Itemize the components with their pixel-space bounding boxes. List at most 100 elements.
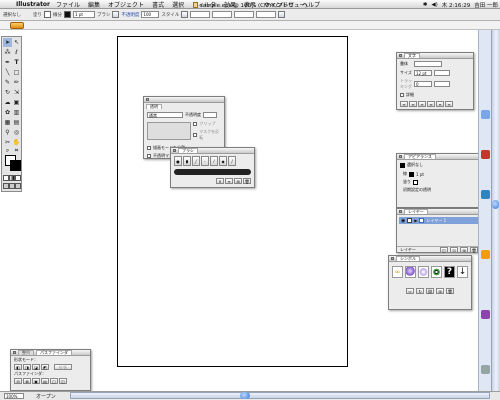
- menu-object[interactable]: オブジェクト: [108, 0, 144, 9]
- close-icon[interactable]: [399, 155, 402, 158]
- app-icon[interactable]: [481, 190, 490, 199]
- vertical-scrollbar[interactable]: [491, 30, 500, 391]
- direct-selection-tool-icon[interactable]: ↖: [12, 38, 21, 47]
- zoom-field[interactable]: 100%: [4, 393, 24, 399]
- pencil-tool-icon[interactable]: ✏: [12, 78, 21, 87]
- clip-checkbox[interactable]: [193, 122, 198, 126]
- vertical-scroll-thumb[interactable]: [492, 200, 499, 209]
- blend-tool-icon[interactable]: ◎: [12, 128, 21, 137]
- intersect-shape-icon[interactable]: ◪: [32, 364, 40, 370]
- zoom-tool-icon[interactable]: ⌕: [3, 146, 12, 155]
- break-link-icon[interactable]: ⛓: [426, 288, 434, 294]
- menu-user[interactable]: 吉田 一郎: [474, 1, 498, 9]
- full-screen-mode-icon[interactable]: [15, 183, 21, 189]
- align-left-icon[interactable]: ≡: [400, 101, 408, 107]
- layer-row[interactable]: ◉ ▶ レイヤー 1: [399, 217, 479, 224]
- size-field[interactable]: 12 pt: [414, 70, 432, 76]
- layer-name[interactable]: レイヤー 1: [426, 218, 446, 224]
- tab-layers[interactable]: レイヤー: [404, 209, 428, 214]
- app-icon[interactable]: [481, 310, 490, 319]
- make-clipping-mask-icon[interactable]: ◫: [440, 246, 448, 253]
- delete-symbol-icon[interactable]: 🗑: [446, 288, 454, 294]
- brush-dot-icon[interactable]: ·: [201, 156, 209, 166]
- artboard[interactable]: [117, 36, 348, 367]
- slice-tool-icon[interactable]: ⌗: [12, 146, 21, 155]
- close-icon[interactable]: [146, 98, 149, 101]
- appearance-fill-label[interactable]: 塗り: [403, 179, 411, 185]
- tab-transparency[interactable]: 透明: [146, 104, 162, 109]
- symbol-lavender-bubble-icon[interactable]: [418, 266, 429, 278]
- new-brush-icon[interactable]: ⊞: [234, 178, 242, 184]
- w-field[interactable]: [234, 11, 255, 18]
- add-to-shape-icon[interactable]: ◧: [14, 364, 22, 370]
- stroke-weight-field[interactable]: 1 pt: [73, 11, 95, 18]
- transform-button[interactable]: [278, 11, 286, 18]
- menu-file[interactable]: ファイル: [56, 0, 80, 9]
- minus-back-icon[interactable]: ◫: [59, 378, 67, 384]
- close-icon[interactable]: [399, 54, 402, 57]
- expand-button[interactable]: 拡張: [54, 364, 72, 370]
- leading-field[interactable]: [434, 70, 450, 76]
- trash-icon[interactable]: [481, 365, 490, 374]
- tab-symbols[interactable]: シンボル: [396, 256, 420, 261]
- rectangle-tool-icon[interactable]: □: [12, 68, 21, 77]
- font-field[interactable]: [414, 61, 442, 67]
- tab-align[interactable]: 整列: [18, 350, 34, 355]
- align-center-icon[interactable]: ≡: [409, 101, 417, 107]
- layers-panel-titlebar[interactable]: レイヤー: [397, 209, 481, 215]
- none-mode-icon[interactable]: [15, 175, 21, 181]
- option-checkbox[interactable]: [400, 93, 404, 97]
- y-field[interactable]: [212, 11, 233, 18]
- justify-icon[interactable]: ≡: [427, 101, 435, 107]
- app-icon[interactable]: [481, 250, 490, 259]
- free-transform-tool-icon[interactable]: ▣: [12, 98, 21, 107]
- selection-tool-icon[interactable]: ➤: [3, 38, 12, 47]
- rotate-tool-icon[interactable]: ↻: [3, 88, 12, 97]
- lock-toggle-icon[interactable]: [407, 218, 413, 223]
- close-icon[interactable]: [13, 351, 16, 354]
- delete-layer-icon[interactable]: 🗑: [470, 246, 478, 253]
- mesh-tool-icon[interactable]: ▦: [3, 118, 12, 127]
- tab-appearance[interactable]: アピアランス: [404, 154, 436, 159]
- menu-type[interactable]: 書式: [152, 0, 164, 9]
- tab-pathfinder[interactable]: パスファインダ: [36, 350, 72, 355]
- toolbox-toggle-button[interactable]: [10, 22, 24, 29]
- tab-brushes[interactable]: ブラシ: [178, 148, 198, 153]
- new-symbol-icon[interactable]: ⊞: [436, 288, 444, 294]
- symbol-sprayer-tool-icon[interactable]: ✿: [3, 108, 12, 117]
- vertical-text-icon[interactable]: ≡: [445, 101, 453, 107]
- visibility-eye-icon[interactable]: ◉: [401, 218, 405, 224]
- warp-tool-icon[interactable]: ☁: [3, 98, 12, 107]
- symbol-green-target-icon[interactable]: [431, 266, 442, 278]
- isolate-blending-checkbox[interactable]: [147, 146, 151, 150]
- mask-thumbnail[interactable]: [147, 122, 192, 140]
- appearance-stroke-label[interactable]: 線: [403, 171, 407, 177]
- type-tool-icon[interactable]: T: [12, 58, 21, 67]
- fill-color-swatch[interactable]: [44, 11, 51, 18]
- place-symbol-icon[interactable]: ⇨: [406, 288, 414, 294]
- gradient-tool-icon[interactable]: ▤: [12, 118, 21, 127]
- layer-expand-icon[interactable]: ▶: [414, 218, 417, 223]
- menu-app-name[interactable]: Illustrator: [16, 1, 50, 8]
- lasso-tool-icon[interactable]: ℓ: [12, 48, 21, 57]
- app-icon[interactable]: [481, 150, 490, 159]
- divide-icon[interactable]: ⊟: [14, 378, 22, 384]
- kerning-field[interactable]: [434, 81, 450, 87]
- close-icon[interactable]: [173, 149, 176, 152]
- tracking-field[interactable]: 0: [414, 81, 432, 87]
- graph-tool-icon[interactable]: ▥: [12, 108, 21, 117]
- close-icon[interactable]: [391, 257, 394, 260]
- outline-icon[interactable]: ▢: [50, 378, 58, 384]
- symbol-arrow-icon[interactable]: ↓: [457, 266, 468, 278]
- appearance-fill-swatch[interactable]: [413, 179, 418, 185]
- brush-options-icon[interactable]: ≡: [225, 178, 233, 184]
- brush-picker-button[interactable]: [112, 11, 120, 18]
- symbol-ribbon-icon[interactable]: ∞: [392, 266, 403, 278]
- invert-mask-checkbox[interactable]: [193, 133, 198, 137]
- delete-brush-icon[interactable]: 🗑: [243, 178, 251, 184]
- volume-icon[interactable]: ◀): [431, 2, 437, 8]
- replace-symbol-icon[interactable]: ↻: [416, 288, 424, 294]
- close-icon[interactable]: [399, 210, 402, 213]
- merge-icon[interactable]: ▣: [32, 378, 40, 384]
- brush-ink-icon[interactable]: ◆: [219, 156, 227, 166]
